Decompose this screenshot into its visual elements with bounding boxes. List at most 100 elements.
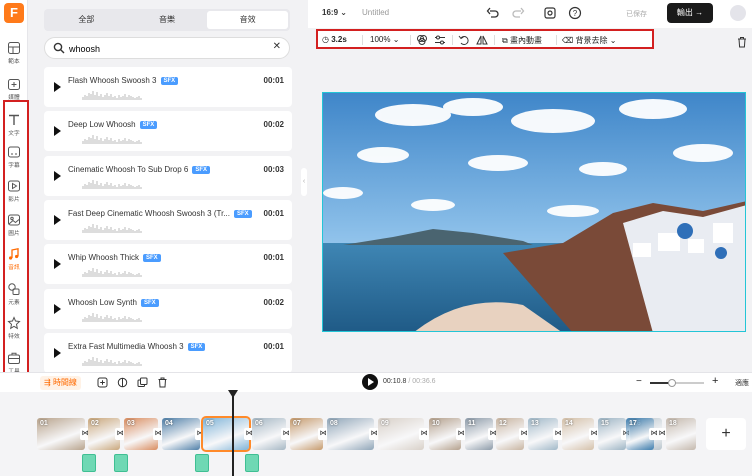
rail-item-elements[interactable]: 元素	[2, 279, 26, 313]
add-clip-button[interactable]: +	[706, 418, 746, 450]
redo-icon[interactable]	[511, 6, 525, 20]
clip-number: 13	[531, 420, 539, 427]
sound-duration: 00:02	[263, 120, 284, 130]
rail-item-subtitle[interactable]: 字幕	[2, 142, 26, 176]
left-rail: F 範本媒體文字字幕影片圖片音訊元素特效工具	[0, 0, 28, 375]
clip-number: 04	[165, 420, 173, 427]
library-tabs: 全部 音樂 音效	[44, 9, 290, 31]
transition-icon[interactable]: ⋈	[649, 428, 659, 440]
audio-clip[interactable]	[245, 454, 259, 472]
export-button[interactable]: 輸出 →	[667, 3, 713, 23]
fit-button[interactable]: 適應	[735, 378, 749, 388]
sfx-badge: SFX	[234, 209, 252, 218]
sound-item[interactable]: Whoosh Low Synth SFX 00:02	[44, 288, 292, 329]
rail-item-music[interactable]: 音訊	[2, 244, 26, 278]
timeline-clip[interactable]: 18	[666, 418, 696, 450]
search-input[interactable]	[69, 41, 265, 56]
color-adjust-icon[interactable]	[416, 34, 428, 46]
rail-item-label: 媒體	[8, 95, 20, 101]
rail-item-upload[interactable]: 媒體	[2, 74, 26, 108]
zoom-in-icon[interactable]: +	[712, 375, 718, 387]
rail-item-label: 音訊	[8, 265, 20, 271]
play-icon[interactable]	[54, 259, 61, 270]
timeline-clip[interactable]: 08	[327, 418, 374, 450]
clip-number: 12	[499, 420, 507, 427]
video-preview[interactable]	[322, 92, 746, 332]
tab-all[interactable]: 全部	[46, 11, 127, 29]
upload-icon	[8, 79, 20, 90]
audio-clip[interactable]	[114, 454, 128, 472]
play-icon[interactable]	[54, 303, 61, 314]
sound-item[interactable]: Whip Whoosh Thick SFX 00:01	[44, 244, 292, 285]
tab-music[interactable]: 音樂	[127, 11, 208, 29]
preview-image	[323, 93, 745, 331]
aspect-ratio-select[interactable]: 16:9 ⌄	[322, 8, 347, 17]
trash-icon[interactable]	[157, 377, 168, 388]
rail-item-effects[interactable]: 特效	[2, 313, 26, 347]
screenshot-icon[interactable]	[543, 6, 557, 20]
tab-sound-effects[interactable]: 音效	[207, 11, 289, 29]
rail-item-image[interactable]: 圖片	[2, 210, 26, 244]
sound-item[interactable]: Flash Whoosh Swoosh 3 SFX 00:01	[44, 67, 292, 107]
sound-duration: 00:03	[263, 164, 284, 174]
app-logo: F	[4, 3, 24, 23]
zoom-select[interactable]: 100% ⌄	[370, 35, 399, 44]
effects-icon	[7, 316, 21, 330]
rotate-icon[interactable]	[458, 34, 470, 46]
text-icon	[9, 114, 19, 125]
clip-number: 01	[40, 420, 48, 427]
collapse-panel-handle[interactable]: ‹	[301, 168, 307, 196]
split-icon[interactable]	[117, 377, 128, 388]
sfx-badge: SFX	[143, 254, 161, 263]
timeline-clip[interactable]: 09	[378, 418, 424, 450]
sound-duration: 00:01	[263, 253, 284, 263]
rail-item-text[interactable]: 文字	[2, 110, 26, 144]
timeline-mode-button[interactable]: ⇶ 時間線	[40, 376, 81, 390]
sound-item[interactable]: Cinematic Whoosh To Sub Drop 6 SFX 00:03	[44, 155, 292, 196]
transition-icon[interactable]: ⋈	[419, 428, 429, 440]
play-icon[interactable]	[54, 126, 61, 137]
sound-library-panel: 全部 音樂 音效 ✕ Flash Whoosh Swoosh 3SFX 00:01…	[36, 0, 298, 373]
play-icon[interactable]	[54, 82, 61, 92]
audio-clip[interactable]	[82, 454, 96, 472]
elements-icon	[8, 283, 20, 295]
background-remove-button[interactable]: ⌫ 背景去除 ⌄	[562, 35, 616, 46]
clip-number: 05	[206, 420, 214, 427]
play-icon[interactable]	[54, 170, 61, 181]
sfx-badge: SFX	[187, 342, 206, 351]
help-icon[interactable]: ?	[568, 6, 582, 20]
add-icon[interactable]	[97, 377, 108, 388]
duplicate-icon[interactable]	[137, 377, 148, 388]
zoom-out-icon[interactable]: −	[636, 376, 642, 387]
image-icon	[8, 214, 20, 226]
duration-control[interactable]: ◷ 3.2s	[322, 35, 347, 44]
clear-search-icon[interactable]: ✕	[273, 41, 281, 52]
rail-item-label: 元素	[8, 300, 20, 306]
rail-item-label: 影片	[8, 197, 20, 203]
sound-name: Whoosh Low Synth SFX	[68, 298, 159, 307]
sound-item[interactable]: Deep Low Whoosh SFX 00:02	[44, 111, 292, 152]
timeline-clip[interactable]: 05	[201, 416, 251, 452]
play-icon[interactable]	[54, 347, 61, 358]
sliders-icon[interactable]	[434, 34, 446, 46]
flip-icon[interactable]	[476, 34, 488, 46]
motion-button[interactable]: ⧉ 畫內動畫	[502, 35, 542, 46]
rail-item-video[interactable]: 影片	[2, 176, 26, 210]
playhead[interactable]	[232, 392, 234, 476]
play-icon[interactable]	[54, 214, 61, 225]
audio-clip[interactable]	[195, 454, 209, 472]
play-button[interactable]	[362, 374, 378, 390]
avatar[interactable]	[730, 5, 746, 21]
timeline-toolbar: ⇶ 時間線 00:10.8 / 00:36.6 − + 適應	[0, 372, 752, 392]
undo-icon[interactable]	[486, 6, 500, 20]
sound-name: Fast Deep Cinematic Whoosh Swoosh 3 (Tr.…	[68, 209, 252, 218]
rail-item-template[interactable]: 範本	[2, 38, 26, 72]
project-title[interactable]: Untitled	[362, 8, 389, 17]
timeline-clip[interactable]: 01	[37, 418, 85, 450]
clip-number: 15	[601, 420, 609, 427]
timeline-zoom-slider[interactable]	[650, 379, 704, 387]
delete-icon[interactable]	[736, 36, 748, 48]
toolbox-icon	[8, 352, 20, 364]
sound-item[interactable]: Fast Deep Cinematic Whoosh Swoosh 3 (Tr.…	[44, 199, 292, 240]
sound-item[interactable]: Extra Fast Multimedia Whoosh 3 SFX 00:01	[44, 332, 292, 373]
